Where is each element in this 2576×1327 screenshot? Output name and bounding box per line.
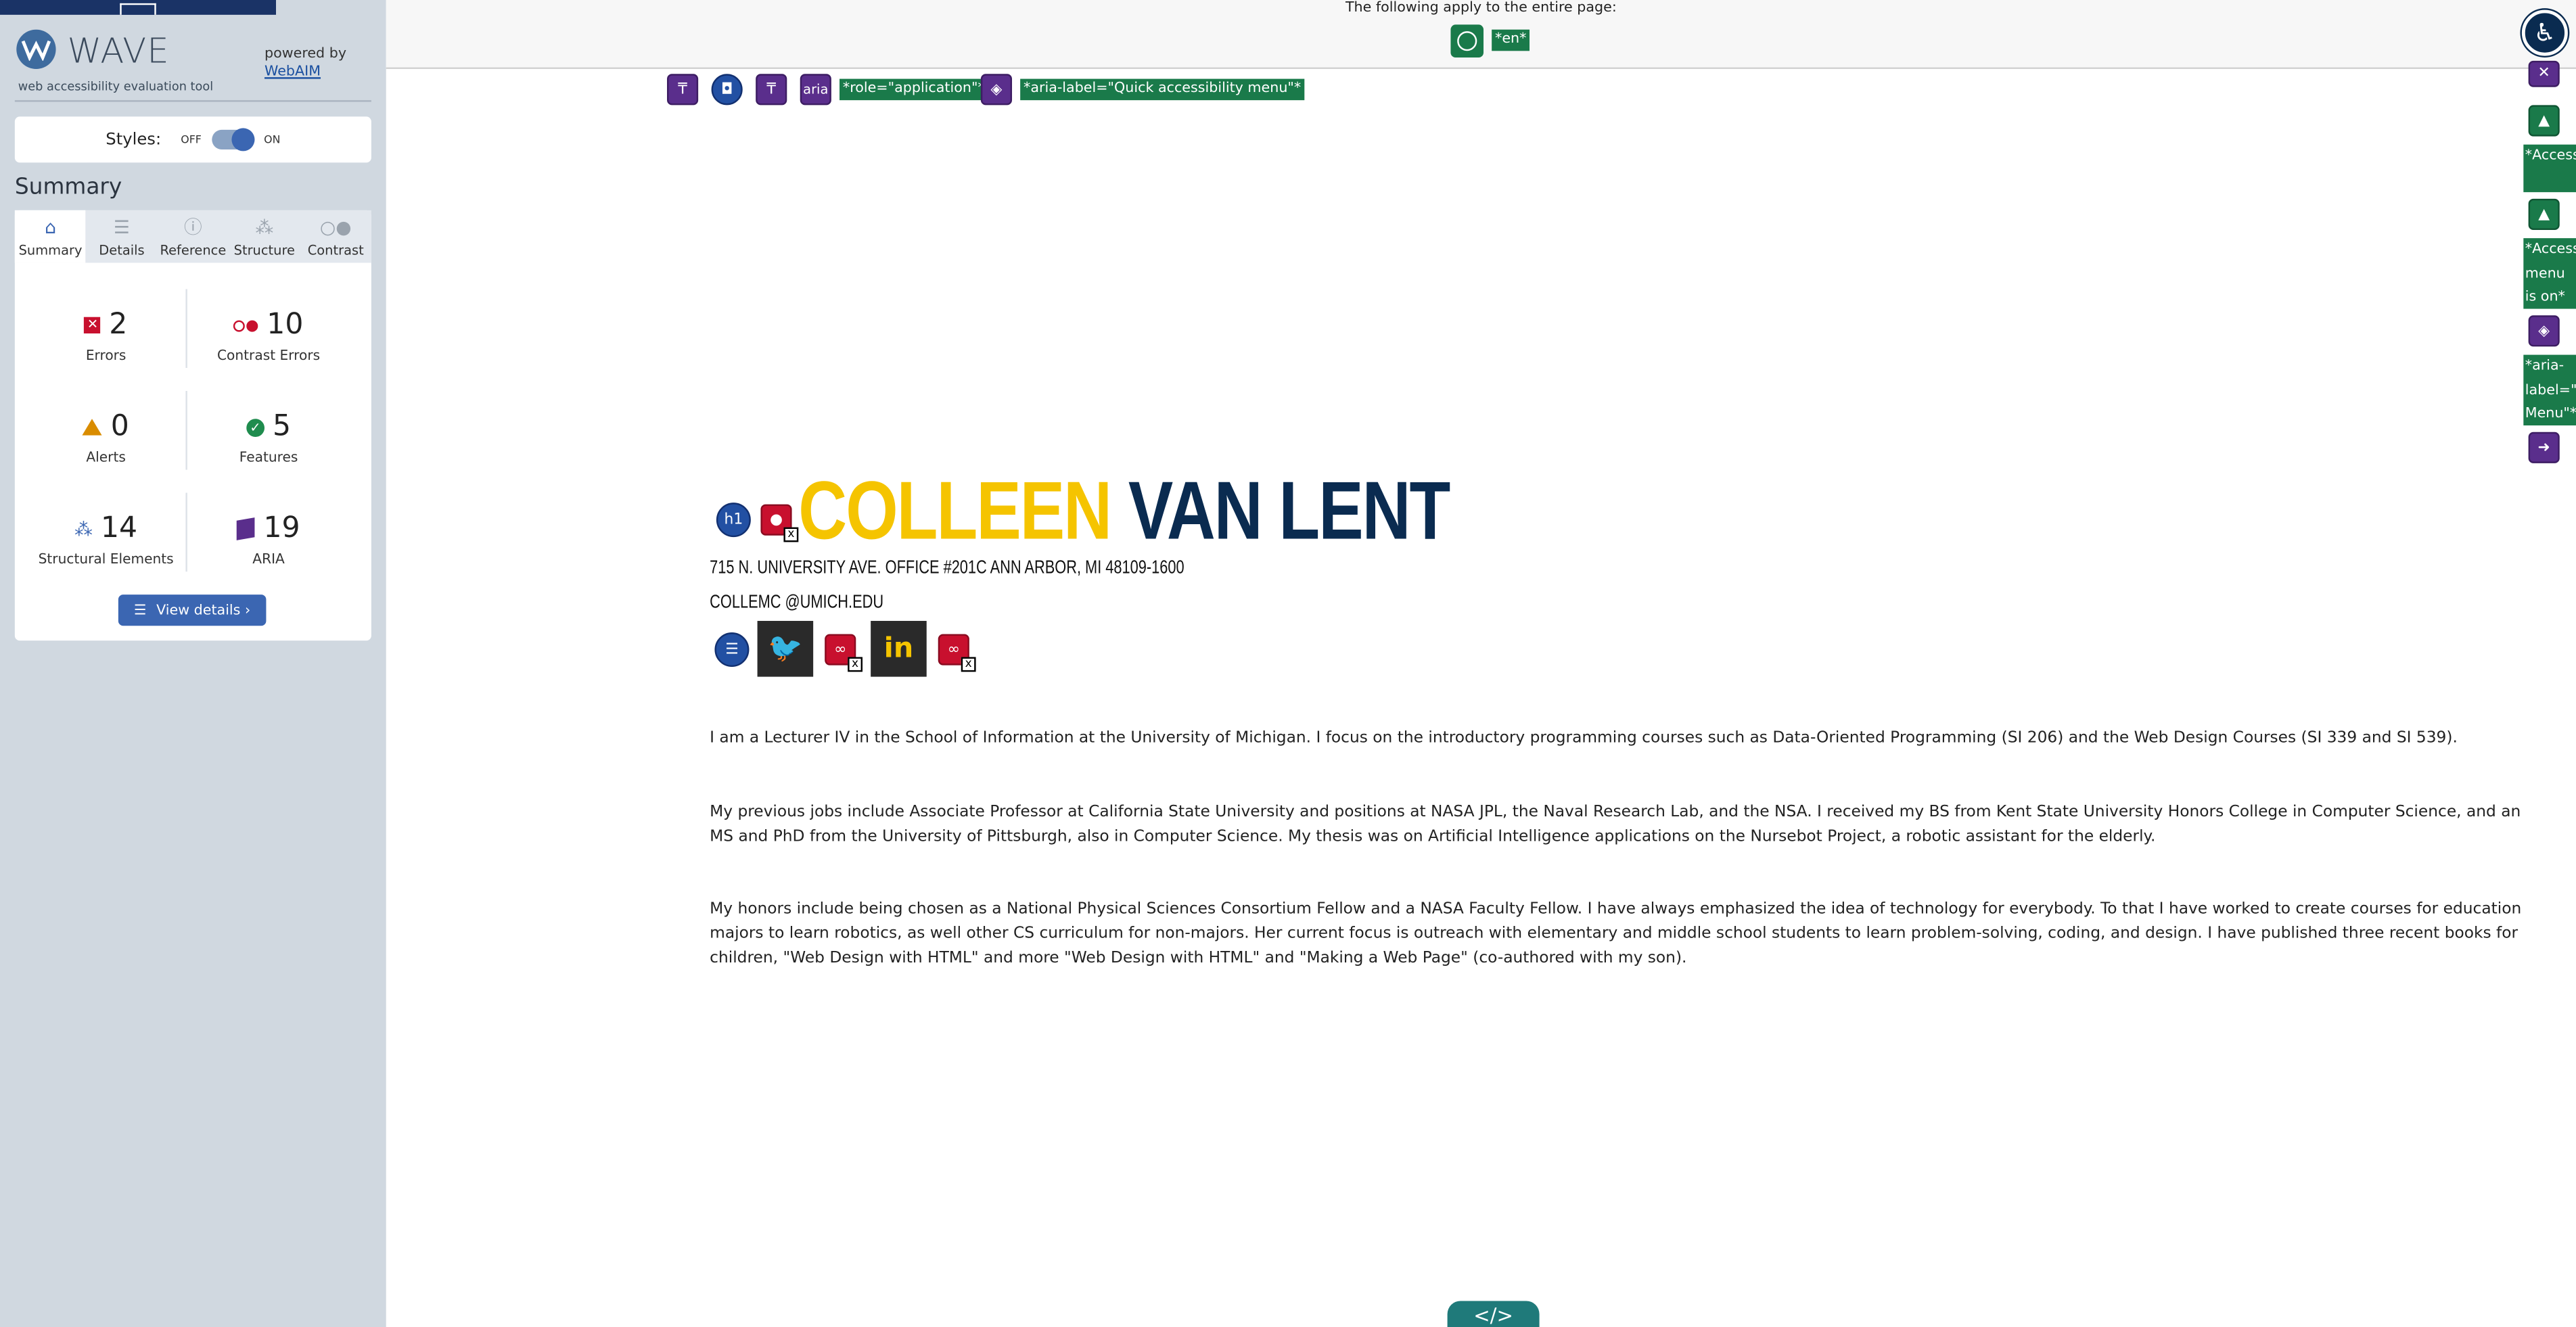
h1-heading-icon[interactable]: h1: [716, 503, 751, 538]
address-text: 715 N. UNIVERSITY AVE. OFFICE #201C ANN …: [710, 558, 1184, 578]
bio-paragraph: My honors include being chosen as a Nati…: [710, 900, 2522, 968]
globe-language-icon[interactable]: [1450, 24, 1484, 58]
tab-label: Structure: [233, 243, 296, 258]
name-last: VAN LENT: [1128, 465, 1451, 557]
aria-icon: [237, 517, 256, 540]
aria-tabindex-icon[interactable]: ₸: [667, 74, 699, 106]
home-icon: ⌂: [45, 216, 57, 239]
styles-toggle[interactable]: [211, 128, 254, 152]
alert-icon: [83, 419, 103, 436]
errors-label: Errors: [85, 346, 127, 363]
page-heading: COLLEEN VAN LENT: [798, 463, 1451, 559]
wave-subtitle: web accessibility evaluation tool: [18, 78, 214, 94]
powered-by-label: powered by: [264, 46, 347, 63]
tab-summary[interactable]: ⌂ Summary: [14, 210, 87, 263]
wave-logo-icon: [16, 29, 56, 70]
aria-count: 19: [263, 512, 300, 546]
tab-details[interactable]: ☰ Details: [86, 210, 157, 263]
linkedin-link[interactable]: in: [871, 621, 927, 677]
structure-icon: ⁂: [74, 518, 93, 540]
image-feature-icon[interactable]: ▲: [2528, 105, 2560, 137]
role-application-tag: *role="application"*: [840, 78, 988, 101]
unordered-list-icon[interactable]: ☰: [714, 632, 750, 668]
sidebar-top-tab[interactable]: [120, 3, 156, 15]
contrast-errors-label: Contrast Errors: [216, 346, 321, 363]
stat-contrast-errors[interactable]: 10 Contrast Errors: [183, 307, 355, 363]
contrast-errors-count: 10: [267, 308, 304, 342]
email-link[interactable]: COLLEMC @UMICH.EDU: [710, 593, 883, 613]
page-level-bar: The following apply to the entire page: …: [386, 0, 2576, 70]
aria-close-icon[interactable]: ✕: [2528, 60, 2560, 87]
bio-paragraph: My previous jobs include Associate Profe…: [710, 803, 2521, 846]
tab-label: Reference: [160, 243, 227, 258]
linkedin-icon: in: [883, 632, 914, 666]
structural-label: Structural Elements: [38, 550, 174, 567]
list-icon: ☰: [134, 602, 147, 619]
view-details-label: View details ›: [156, 602, 251, 619]
errors-count: 2: [109, 308, 128, 342]
sitemap-icon: ⁂: [255, 216, 274, 239]
feature-check-icon: ✓: [246, 418, 264, 436]
list-icon: ☰: [113, 216, 130, 239]
language-tag: *en*: [1492, 29, 1530, 51]
access-menu-tag: *Access menu is on*: [2523, 238, 2576, 309]
summary-panel: ⌂ Summary ☰ Details ⓘ Reference ⁂ Structure …: [14, 210, 371, 641]
alerts-label: Alerts: [86, 448, 126, 465]
twitter-link[interactable]: 🐦: [757, 621, 814, 677]
code-toggle-button[interactable]: </>: [1447, 1301, 1540, 1327]
tabindex-icon[interactable]: ◘: [711, 74, 743, 106]
aria-icon[interactable]: aria: [800, 74, 831, 106]
view-details-button[interactable]: ☰ View details ›: [118, 595, 267, 626]
styles-label: Styles:: [106, 131, 162, 149]
sidebar-top-strip: [0, 0, 277, 15]
wave-title: WAVE: [67, 31, 170, 71]
toggle-on-label: ON: [264, 133, 281, 147]
alerts-count: 0: [110, 411, 129, 444]
contrast-error-icon[interactable]: ● x: [760, 504, 799, 542]
wave-sidebar: WAVE web accessibility evaluation tool p…: [0, 0, 386, 1327]
sidebar-divider: [14, 100, 371, 102]
aria-label-menu-tag: *aria- label="A Menu"*: [2523, 354, 2576, 426]
aria-label-tag-icon[interactable]: ◈: [980, 74, 1013, 106]
tab-label: Details: [99, 243, 145, 258]
features-label: Features: [239, 448, 298, 465]
stat-features[interactable]: ✓ 5 Features: [183, 409, 355, 465]
tab-label: Summary: [18, 243, 83, 258]
empty-link-error-icon[interactable]: ∞ x: [825, 634, 863, 672]
empty-link-error-icon[interactable]: ∞ x: [938, 634, 976, 672]
aria-expanded-icon[interactable]: ➜: [2528, 432, 2560, 463]
aria-tabindex-icon[interactable]: ₸: [756, 74, 787, 106]
structural-count: 14: [101, 512, 138, 546]
aria-label-tag: *aria-label="Quick accessibility menu"*: [1020, 78, 1305, 101]
toggle-off-label: OFF: [181, 133, 202, 147]
tab-contrast[interactable]: ○● Contrast: [300, 210, 371, 263]
stat-errors[interactable]: ✕ 2 Errors: [20, 307, 192, 363]
tab-label: Contrast: [307, 243, 364, 258]
accessibility-widget-icon[interactable]: ♿: [2521, 9, 2568, 56]
sidebar-tabs: ⌂ Summary ☰ Details ⓘ Reference ⁂ Structure …: [14, 210, 371, 263]
info-icon: ⓘ: [184, 216, 202, 239]
image-feature-icon[interactable]: ▲: [2528, 198, 2560, 231]
contrast-error-icon: [233, 319, 259, 331]
page-level-note: The following apply to the entire page:: [1345, 0, 1617, 17]
webaim-link[interactable]: WebAIM: [264, 64, 321, 80]
tab-structure[interactable]: ⁂ Structure: [229, 210, 300, 263]
stat-aria[interactable]: 19 ARIA: [183, 511, 355, 567]
tab-reference[interactable]: ⓘ Reference: [158, 210, 229, 263]
bio-paragraph: I am a Lecturer IV in the School of Info…: [710, 729, 2458, 748]
stat-structural[interactable]: ⁂ 14 Structural Elements: [20, 511, 192, 567]
features-count: 5: [272, 411, 292, 444]
summary-heading: Summary: [14, 174, 122, 201]
aria-label-tag-icon[interactable]: ◈: [2528, 315, 2560, 347]
stat-alerts[interactable]: 0 Alerts: [20, 409, 192, 465]
error-icon: ✕: [84, 317, 101, 334]
twitter-icon: 🐦: [768, 632, 803, 666]
access-widget-tag: *Access Widget*: [2523, 144, 2576, 193]
styles-toggle-box: Styles: OFF ON: [14, 116, 371, 163]
contrast-icon: ○●: [319, 216, 352, 239]
aria-label: ARIA: [252, 550, 285, 567]
toggle-knob: [231, 128, 254, 152]
name-first: COLLEEN: [798, 465, 1112, 557]
